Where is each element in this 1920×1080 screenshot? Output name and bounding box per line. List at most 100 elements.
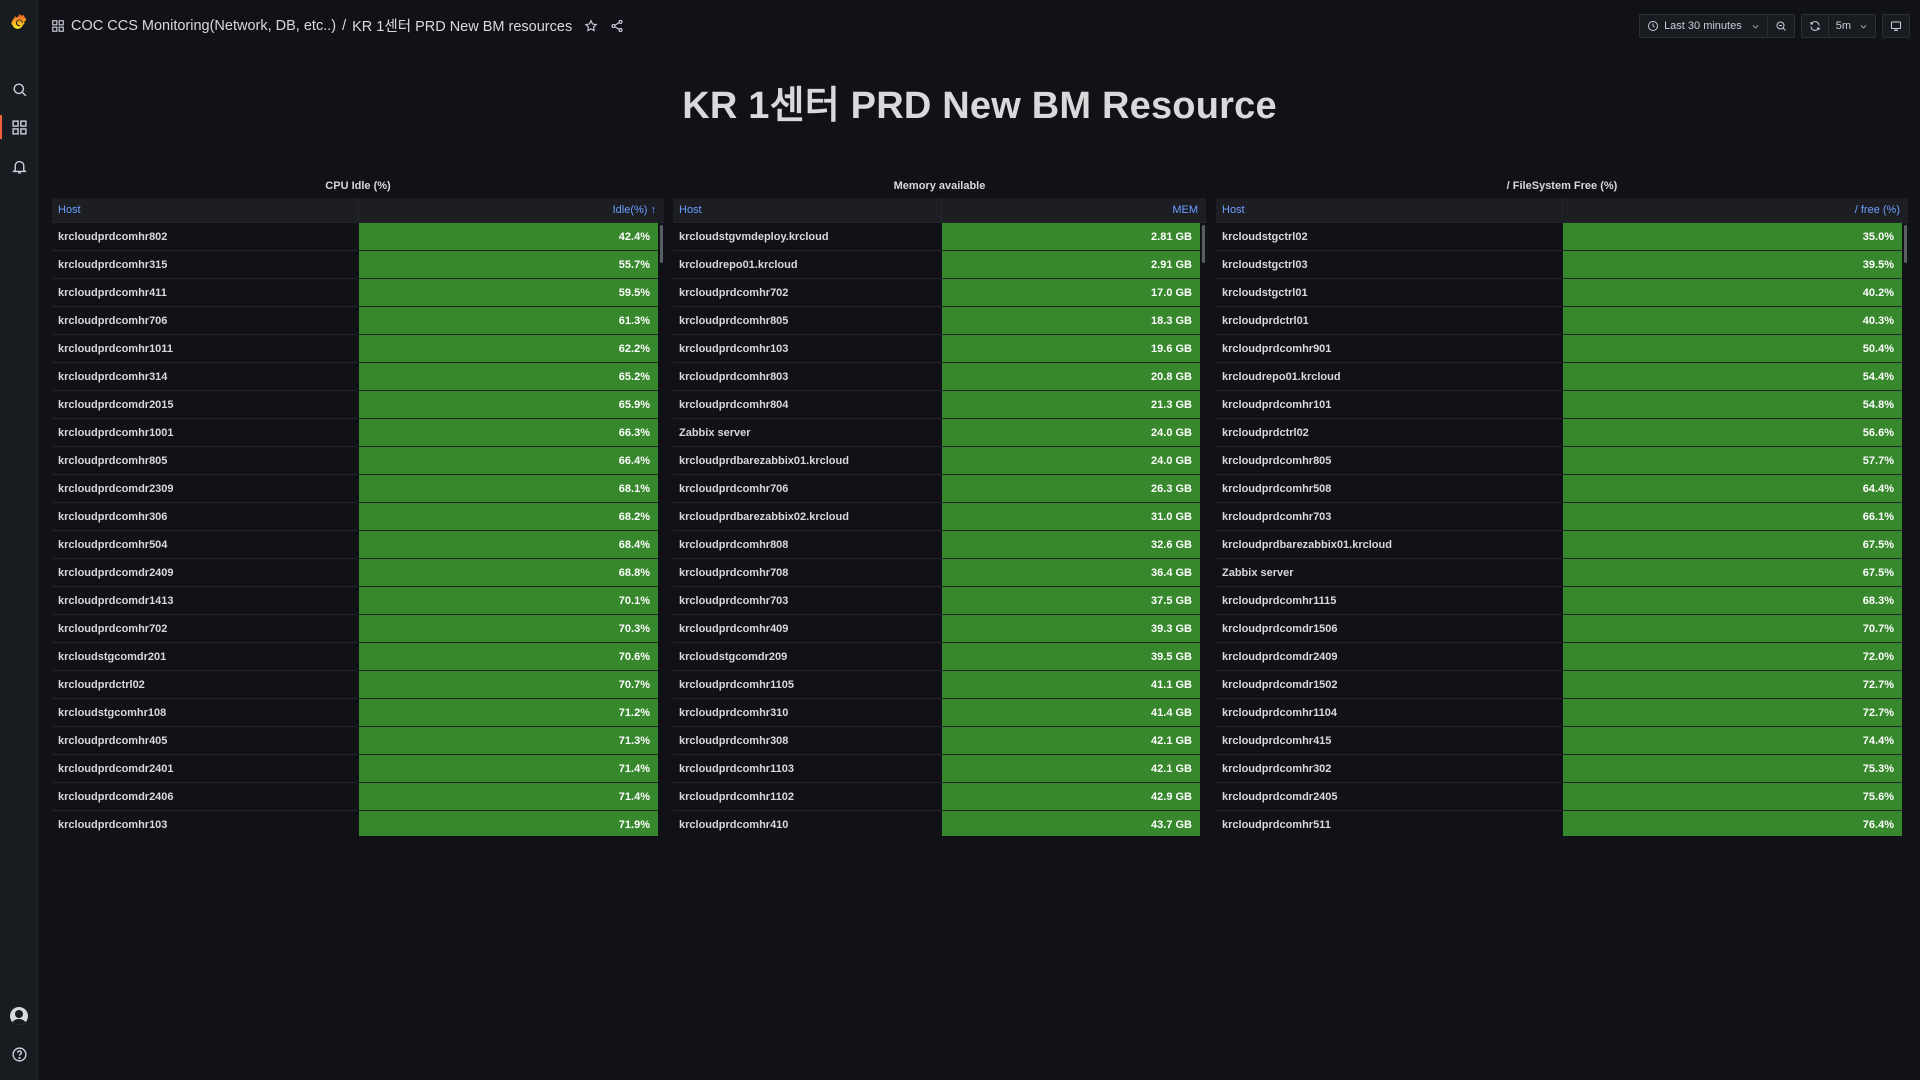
cell-host: krcloudprdctrl02 — [1222, 427, 1309, 439]
time-range-picker[interactable]: Last 30 minutes — [1640, 15, 1767, 37]
star-icon[interactable] — [584, 18, 598, 33]
cell-host: krcloudprdcomhr802 — [58, 231, 168, 243]
cell-host: krcloudstgvmdeploy.krcloud — [679, 231, 829, 243]
table-row: krcloudprdcomhr103 71.9% — [52, 811, 658, 836]
table-row: krcloudprdcomhr805 57.7% — [1216, 447, 1902, 475]
cell-value: 65.2% — [358, 363, 658, 390]
cell-host: krcloudprdcomhr805 — [1222, 455, 1332, 467]
column-header-host[interactable]: Host — [673, 198, 941, 222]
cell-host: krcloudprdcomhr405 — [58, 735, 168, 747]
cell-value: 20.8 GB — [941, 363, 1200, 390]
cell-value: 67.5% — [1562, 531, 1902, 558]
table-row: krcloudprdcomdr1502 72.7% — [1216, 671, 1902, 699]
chevron-down-icon — [1752, 24, 1759, 29]
cell-value: 43.7 GB — [941, 811, 1200, 836]
cell-host: krcloudprdbarezabbix02.krcloud — [679, 511, 849, 523]
table-row: krcloudprdcomhr1105 41.1 GB — [673, 671, 1200, 699]
cell-value: 66.1% — [1562, 503, 1902, 530]
clock-icon — [1648, 21, 1659, 31]
cell-value: 74.4% — [1562, 727, 1902, 754]
column-header-free[interactable]: / free (%) — [1562, 198, 1908, 222]
breadcrumb-dashboard-title[interactable]: KR 1센터 PRD New BM resources — [352, 15, 572, 36]
cell-host: Zabbix server — [679, 427, 751, 439]
panel-title[interactable]: / FileSystem Free (%) — [1216, 176, 1908, 196]
panel-title[interactable]: CPU Idle (%) — [52, 176, 664, 196]
table-row: krcloudprdcomhr703 66.1% — [1216, 503, 1902, 531]
table-row: krcloudprdcomhr101 54.8% — [1216, 391, 1902, 419]
cell-value: 42.9 GB — [941, 783, 1200, 810]
column-header-idle[interactable]: Idle(%) ↑ — [358, 198, 664, 222]
user-avatar-icon[interactable] — [0, 1000, 38, 1032]
cell-host: krcloudprdcomhr310 — [679, 707, 789, 719]
panel-title[interactable]: Memory available — [673, 176, 1206, 196]
cell-host: krcloudprdbarezabbix01.krcloud — [679, 455, 849, 467]
share-icon[interactable] — [610, 19, 624, 33]
table-row: krcloudprdcomhr1104 72.7% — [1216, 699, 1902, 727]
tv-mode-button[interactable] — [1882, 14, 1910, 38]
table-row: krcloudprdcomhr803 20.8 GB — [673, 363, 1200, 391]
scrollbar[interactable] — [1200, 223, 1206, 836]
table-row: krcloudprdcomhr306 68.2% — [52, 503, 658, 531]
alerting-bell-icon[interactable] — [0, 150, 38, 182]
table-body: krcloudstgctrl02 35.0% krcloudstgctrl03 39.… — [1216, 223, 1902, 836]
table-row: krcloudprdcomhr706 26.3 GB — [673, 475, 1200, 503]
help-icon[interactable] — [0, 1038, 38, 1070]
table-row: krcloudprdcomdr2405 75.6% — [1216, 783, 1902, 811]
table-row: Zabbix server 24.0 GB — [673, 419, 1200, 447]
refresh-interval-label: 5m — [1835, 20, 1851, 32]
cell-value: 50.4% — [1562, 335, 1902, 362]
refresh-button[interactable] — [1802, 15, 1828, 37]
search-icon[interactable] — [0, 73, 38, 105]
cell-host: krcloudprdcomhr1011 — [58, 343, 173, 355]
table-row: krcloudstgvmdeploy.krcloud 2.81 GB — [673, 223, 1200, 251]
cell-value: 42.4% — [358, 223, 658, 250]
cell-host: krcloudprdcomhr409 — [679, 623, 789, 635]
cell-host: krcloudprdcomhr1001 — [58, 427, 174, 439]
dashboards-icon[interactable] — [0, 111, 38, 143]
cell-value: 70.1% — [358, 587, 658, 614]
scrollbar[interactable] — [658, 223, 664, 836]
scroll-thumb[interactable] — [1904, 225, 1907, 263]
cell-value: 71.4% — [358, 783, 658, 810]
zoom-out-button[interactable] — [1766, 15, 1794, 37]
cell-host: krcloudprdcomhr411 — [58, 287, 167, 299]
table-row: krcloudprdcomhr808 32.6 GB — [673, 531, 1200, 559]
cell-host: krcloudprdcomdr2409 — [1222, 651, 1338, 663]
column-header-mem[interactable]: MEM — [941, 198, 1206, 222]
cell-host: krcloudprdbarezabbix01.krcloud — [1222, 539, 1392, 551]
breadcrumb-folder[interactable]: COC CCS Monitoring(Network, DB, etc..) — [71, 18, 336, 34]
cell-host: krcloudstgctrl03 — [1222, 259, 1308, 271]
table-row: krcloudprdcomhr708 36.4 GB — [673, 559, 1200, 587]
cell-host: krcloudprdcomhr302 — [1222, 763, 1332, 775]
cell-host: krcloudprdcomhr306 — [58, 511, 168, 523]
table-row: krcloudprdcomhr804 21.3 GB — [673, 391, 1200, 419]
cell-value: 68.1% — [358, 475, 658, 502]
cell-host: krcloudprdcomhr708 — [679, 567, 789, 579]
table-row: krcloudprdcomdr2309 68.1% — [52, 475, 658, 503]
cell-value: 40.2% — [1562, 279, 1902, 306]
scrollbar[interactable] — [1902, 223, 1908, 836]
table-row: krcloudprdbarezabbix01.krcloud 67.5% — [1216, 531, 1902, 559]
refresh-group: 5m — [1800, 14, 1876, 38]
table-header: Host / free (%) — [1216, 198, 1908, 223]
panel-memory-available: Memory available Host MEM krcloudstgvmde… — [673, 176, 1206, 836]
cell-value: 70.7% — [358, 671, 658, 698]
cell-value: 40.3% — [1562, 307, 1902, 334]
cell-value: 76.4% — [1562, 811, 1902, 836]
cell-host: krcloudstgcomdr209 — [679, 651, 788, 663]
scroll-thumb[interactable] — [1202, 225, 1205, 263]
table-row: krcloudrepo01.krcloud 2.91 GB — [673, 251, 1200, 279]
scroll-thumb[interactable] — [660, 225, 663, 263]
cell-value: 70.6% — [358, 643, 658, 670]
cell-value: 24.0 GB — [941, 447, 1200, 474]
table-row: Zabbix server 67.5% — [1216, 559, 1902, 587]
grafana-logo-icon[interactable] — [0, 6, 38, 36]
column-header-host[interactable]: Host — [52, 198, 358, 222]
column-header-host[interactable]: Host — [1216, 198, 1562, 222]
panel-filesystem-free: / FileSystem Free (%) Host / free (%) kr… — [1216, 176, 1908, 836]
cell-host: krcloudprdcomhr805 — [58, 455, 168, 467]
table-row: krcloudstgctrl02 35.0% — [1216, 223, 1902, 251]
refresh-interval-picker[interactable]: 5m — [1827, 15, 1875, 37]
table-row: krcloudprdcomhr409 39.3 GB — [673, 615, 1200, 643]
table-row: krcloudprdcomhr302 75.3% — [1216, 755, 1902, 783]
